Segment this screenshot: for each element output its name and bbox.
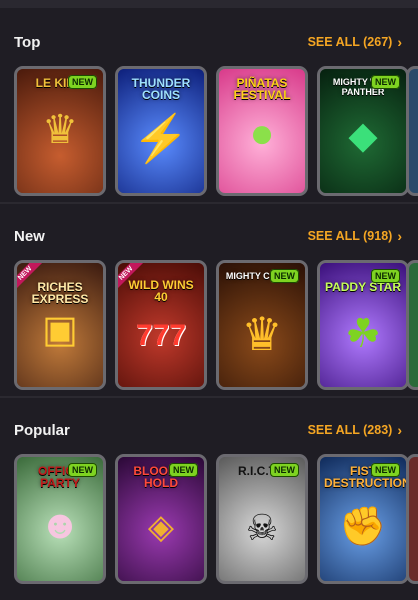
train-icon: ▣ [42, 309, 78, 351]
new-badge: NEW [270, 463, 299, 477]
party-icon: ☻ [38, 503, 82, 547]
sevens-icon: 777 [135, 319, 187, 352]
section-divider [0, 396, 418, 398]
chevron-right-icon: › [397, 34, 402, 50]
panther-icon: ◆ [348, 115, 378, 157]
new-badge: NEW [68, 463, 97, 477]
game-tile[interactable]: ▣ RICHES EXPRESS NEW [14, 260, 106, 390]
game-tile-partial[interactable] [406, 454, 418, 584]
crown-icon: ♛ [241, 308, 283, 360]
see-all-link[interactable]: SEE ALL (918) › [308, 229, 402, 243]
section-header: Top SEE ALL (267) › [0, 28, 418, 58]
game-tile-partial[interactable] [406, 260, 418, 390]
see-all-link[interactable]: SEE ALL (267) › [308, 35, 402, 49]
section-title: New [14, 228, 45, 245]
new-badge: NEW [270, 269, 299, 283]
game-tile-partial[interactable] [406, 66, 418, 196]
section-divider [0, 202, 418, 204]
see-all-label: SEE ALL (918) [307, 229, 393, 243]
game-name: RICHES EXPRESS [31, 280, 89, 306]
game-row: ▣ RICHES EXPRESS NEW 777 WILD WINS 40 NE… [14, 260, 409, 390]
chevron-right-icon: › [397, 422, 402, 438]
section-title: Top [14, 34, 41, 51]
fist-icon: ✊ [339, 506, 387, 548]
section-new: New SEE ALL (918) › ▣ RICHES EXPRESS NEW… [0, 222, 418, 402]
game-tile[interactable]: ♛ LE KING NEW [14, 66, 106, 196]
game-name: WILD WINS 40 [128, 278, 194, 304]
see-all-label: SEE ALL (283) [307, 423, 393, 437]
game-tile[interactable]: ◈ BLOOD & HOLD NEW [115, 454, 207, 584]
see-all-label: SEE ALL (267) [307, 35, 393, 49]
section-header: Popular SEE ALL (283) › [0, 416, 418, 446]
new-badge: NEW [371, 269, 400, 283]
game-tile[interactable]: ⚡ THUNDER COINS [115, 66, 207, 196]
clover-icon: ☘ [345, 312, 381, 356]
cat-icon: ☠ [245, 507, 279, 548]
section-header: New SEE ALL (918) › [0, 222, 418, 252]
game-name: THUNDER COINS [131, 76, 191, 102]
lightning-icon: ⚡ [132, 112, 190, 164]
pinata-icon: ● [249, 109, 275, 156]
new-badge: NEW [371, 463, 400, 477]
game-tile[interactable]: ◆ MIGHTY WILD PANTHER NEW [317, 66, 409, 196]
game-tile[interactable]: 777 WILD WINS 40 NEW [115, 260, 207, 390]
new-badge: NEW [169, 463, 198, 477]
game-tile[interactable]: ☠ R.I.C.T.V NEW [216, 454, 308, 584]
dragon-icon: ◈ [147, 508, 175, 546]
game-name: PIÑATAS FESTIVAL [233, 76, 291, 102]
game-tile[interactable]: ☘ PADDY STAR NEW [317, 260, 409, 390]
game-tile[interactable]: ● PIÑATAS FESTIVAL [216, 66, 308, 196]
new-badge: NEW [371, 75, 400, 89]
game-tile[interactable]: ☻ OFFICE PARTY NEW [14, 454, 106, 584]
section-popular: Popular SEE ALL (283) › ☻ OFFICE PARTY N… [0, 416, 418, 596]
section-top: Top SEE ALL (267) › ♛ LE KING NEW ⚡ THUN… [0, 28, 418, 208]
game-tile[interactable]: ♛ MIGHTY CROWN NEW [216, 260, 308, 390]
section-title: Popular [14, 422, 70, 439]
game-row: ☻ OFFICE PARTY NEW ◈ BLOOD & HOLD NEW ☠ … [14, 454, 409, 584]
game-tile[interactable]: ✊ FIST DESTRUCTION NEW [317, 454, 409, 584]
see-all-link[interactable]: SEE ALL (283) › [308, 423, 402, 437]
top-scroll-bar [0, 0, 418, 8]
new-badge: NEW [68, 75, 97, 89]
game-row: ♛ LE KING NEW ⚡ THUNDER COINS ● PIÑATAS … [14, 66, 409, 196]
chevron-right-icon: › [397, 228, 402, 244]
game-art-icon: ♛ [42, 108, 78, 152]
